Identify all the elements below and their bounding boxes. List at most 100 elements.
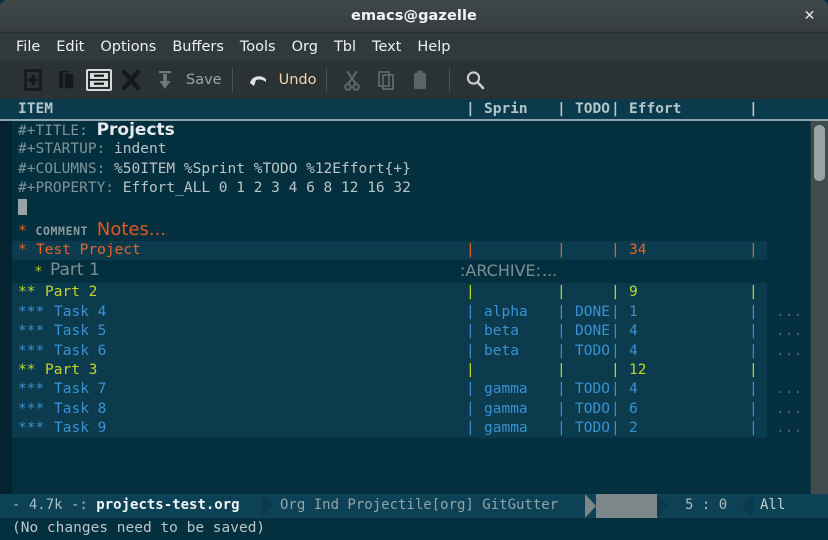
emacs-window: emacs@gazelle ✕ File Edit Options Buffer… — [0, 0, 828, 540]
undo-button-label[interactable]: Undo — [277, 72, 317, 88]
cell-pipe-1: | — [466, 284, 475, 301]
save-button-label[interactable]: Save — [184, 72, 222, 88]
columns-header-row: ITEM | Sprin | TODO | Effort | — [0, 99, 828, 121]
row-ellipsis-task-9: ... — [776, 420, 803, 437]
menu-item-text[interactable]: Text — [364, 37, 409, 57]
cell-pipe-4: | — [749, 323, 758, 340]
mode-line-buffer-name[interactable]: projects-test.org — [96, 497, 239, 513]
mode-line-position: 5 : 0 — [685, 497, 728, 513]
cell-pipe-3: | — [611, 361, 620, 378]
menu-item-tools[interactable]: Tools — [232, 37, 284, 57]
buffer-text-area[interactable]: #+TITLE: Projects #+STARTUP: indent #+CO… — [12, 121, 811, 494]
buffer-line-property: #+PROPERTY: Effort_ALL 0 1 2 3 4 6 8 12 … — [12, 179, 811, 198]
heading-stars-part-2: ** — [18, 284, 36, 301]
column-row-part-3[interactable]: ** Part 3 | | | 12 | — [12, 360, 811, 381]
column-header-effort: Effort — [629, 101, 682, 117]
heading-title-task-8: Task 8 — [54, 400, 107, 417]
buffer-line-startup: #+STARTUP: indent — [12, 140, 811, 159]
mode-line-buffer-info: - 4.7k -: projects-test.org — [12, 494, 240, 518]
cell-pipe-4: | — [749, 303, 758, 320]
document-title: Projects — [96, 121, 175, 140]
cell-todo-task-9: TODO — [575, 420, 610, 437]
cell-pipe-3: | — [611, 284, 620, 301]
cell-pipe-2: | — [557, 323, 566, 340]
column-row-task-6[interactable]: *** Task 6 | beta | TODO | 4 | ... — [12, 341, 811, 361]
archive-tag-part-1: :ARCHIVE: — [460, 261, 542, 281]
cell-todo-task-8: TODO — [575, 400, 610, 417]
cell-effort-task-7: 4 — [629, 381, 638, 398]
keyword-startup-value: indent — [114, 141, 167, 158]
column-row-task-5[interactable]: *** Task 5 | beta | DONE | 4 | ... — [12, 322, 811, 342]
cell-pipe-4: | — [749, 361, 758, 378]
cell-pipe-3: | — [611, 323, 620, 340]
cell-pipe-1: | — [466, 400, 475, 417]
paste-icon — [414, 70, 427, 89]
cell-pipe-4: | — [749, 420, 758, 437]
cell-effort-part-3: 12 — [629, 361, 647, 378]
menu-item-buffers[interactable]: Buffers — [164, 37, 232, 57]
heading-title-part-2: Part 2 — [45, 284, 98, 301]
column-row-background — [12, 341, 767, 361]
cell-pipe-2: | — [557, 361, 566, 378]
menu-item-file[interactable]: File — [8, 37, 48, 57]
column-row-test-project[interactable]: * Test Project | | | 34 | — [12, 240, 811, 261]
column-row-task-4[interactable]: *** Task 4 | alpha | DONE | 1 | ... — [12, 302, 811, 323]
dired-button[interactable] — [86, 69, 112, 91]
search-button[interactable] — [460, 65, 490, 95]
undo-button[interactable] — [243, 65, 273, 95]
cell-pipe-1: | — [466, 241, 475, 258]
toolbar-separator-3 — [449, 68, 451, 92]
cell-pipe-1: | — [466, 420, 475, 437]
heading-title-task-9: Task 9 — [54, 420, 107, 437]
cell-pipe-3: | — [611, 420, 620, 437]
cell-pipe-2: | — [557, 303, 566, 320]
column-row-task-9[interactable]: *** Task 9 | gamma | TODO | 2 | ... — [12, 419, 811, 439]
column-header-pipe-1: | — [466, 101, 475, 117]
column-row-task-7[interactable]: *** Task 7 | gamma | TODO | 4 | ... — [12, 380, 811, 400]
cell-pipe-1: | — [466, 303, 475, 320]
menu-item-options[interactable]: Options — [92, 37, 164, 57]
scrollbar-thumb[interactable] — [814, 125, 825, 181]
cell-sprint-task-9: gamma — [484, 420, 528, 437]
cut-button[interactable] — [337, 65, 367, 95]
menu-item-tbl[interactable]: Tbl — [326, 37, 364, 57]
menu-item-help[interactable]: Help — [409, 37, 458, 57]
save-button[interactable] — [150, 65, 180, 95]
cell-todo-task-7: TODO — [575, 381, 610, 398]
row-ellipsis-task-7: ... — [776, 381, 803, 398]
mode-line-size: - 4.7k -: — [12, 497, 88, 513]
column-row-part-2[interactable]: ** Part 2 | | | 9 | — [12, 283, 811, 303]
new-file-button[interactable] — [18, 65, 48, 95]
column-header-item: ITEM — [18, 101, 53, 117]
cell-sprint-task-8: gamma — [484, 400, 528, 417]
column-row-background — [12, 322, 767, 342]
emacs-frame: ITEM | Sprin | TODO | Effort | #+TITLE: … — [0, 99, 828, 540]
heading-ellipsis-notes: ... — [148, 218, 167, 240]
column-row-task-8[interactable]: *** Task 8 | gamma | TODO | 6 | ... — [12, 399, 811, 420]
dired-icon — [88, 71, 110, 89]
copy-button[interactable] — [371, 65, 401, 95]
open-file-button[interactable] — [52, 65, 82, 95]
toolbar-separator-1 — [231, 68, 233, 92]
menu-item-edit[interactable]: Edit — [48, 37, 92, 57]
vertical-scrollbar[interactable] — [810, 121, 828, 494]
close-icon[interactable]: ✕ — [801, 8, 818, 25]
cell-pipe-1: | — [466, 381, 475, 398]
column-header-sprint: Sprin — [484, 101, 528, 117]
menu-item-org[interactable]: Org — [284, 37, 326, 57]
close-buffer-button[interactable] — [116, 65, 146, 95]
paste-button[interactable] — [405, 65, 435, 95]
cell-pipe-4: | — [749, 400, 758, 417]
powerline-chevron-2 — [585, 494, 596, 518]
keyword-title: #+TITLE: — [18, 123, 88, 139]
column-header-pipe-2: | — [557, 101, 566, 117]
powerline-chevron-3 — [657, 494, 668, 518]
open-file-icon — [59, 71, 75, 90]
left-fringe — [0, 121, 12, 494]
heading-title-task-7: Task 7 — [54, 381, 107, 398]
heading-part-1[interactable]: * Part 1 :ARCHIVE: ... — [12, 260, 811, 283]
cell-effort-task-4: 1 — [629, 303, 638, 320]
heading-title-task-4: Task 4 — [54, 303, 107, 320]
heading-notes[interactable]: * COMMENT Notes... — [12, 218, 811, 241]
cell-pipe-2: | — [557, 381, 566, 398]
